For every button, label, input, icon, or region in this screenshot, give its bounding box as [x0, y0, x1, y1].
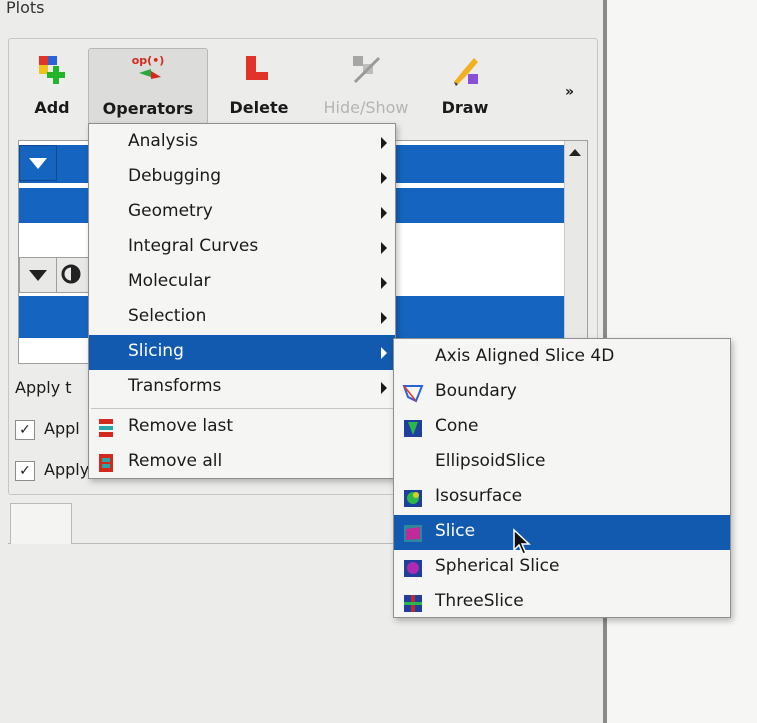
cone-icon [404, 420, 422, 437]
apply-checkbox-1-label: Appl [44, 419, 80, 438]
submenu-arrow-icon [381, 172, 387, 184]
menu-item-slicing[interactable]: Slicing [89, 335, 395, 370]
scroll-up-icon[interactable] [569, 149, 581, 156]
delete-button-label: Delete [229, 98, 289, 117]
expand-arrow-icon [29, 158, 47, 169]
spherical-slice-icon [404, 560, 422, 577]
submenu-item-isosurface[interactable]: Isosurface [394, 480, 730, 515]
hide-show-icon [353, 56, 381, 84]
hide-show-button[interactable]: Hide/Show [312, 48, 420, 122]
menu-item-label: Molecular [128, 271, 211, 291]
delete-icon [246, 56, 268, 80]
menu-item-integral-curves[interactable]: Integral Curves [89, 230, 395, 265]
menu-item-label: Boundary [435, 381, 517, 401]
submenu-arrow-icon [381, 242, 387, 254]
submenu-arrow-icon [381, 137, 387, 149]
menu-item-label: Isosurface [435, 486, 523, 506]
menu-item-selection[interactable]: Selection [89, 300, 395, 335]
menu-item-label: Selection [128, 306, 207, 326]
operators-button[interactable]: op(•) Operators [88, 48, 208, 124]
menu-item-debugging[interactable]: Debugging [89, 160, 395, 195]
menu-item-label: Slicing [128, 341, 184, 361]
menu-item-label: Axis Aligned Slice 4D [435, 346, 615, 366]
operators-icon-text: op(•) [132, 54, 165, 67]
submenu-arrow-icon [381, 347, 387, 359]
menu-item-molecular[interactable]: Molecular [89, 265, 395, 300]
slice-icon [404, 525, 422, 542]
menu-item-label: Integral Curves [128, 236, 259, 256]
visibility-icon [61, 264, 81, 284]
plots-group-title: Plots [6, 0, 45, 17]
submenu-arrow-icon [381, 207, 387, 219]
add-button[interactable]: Add [22, 48, 82, 122]
remove-last-icon [99, 419, 113, 437]
draw-button-label: Draw [441, 98, 489, 117]
expand-toggle-1[interactable] [19, 145, 57, 181]
mouse-cursor-icon [513, 528, 531, 555]
threeslice-icon [404, 595, 422, 612]
submenu-arrow-icon [381, 312, 387, 324]
apply-to-label: Apply t [15, 378, 72, 397]
menu-separator [91, 408, 393, 409]
expand-arrow-icon-2 [29, 270, 47, 281]
slicing-submenu: Axis Aligned Slice 4D Boundary Cone Elli… [393, 338, 731, 618]
plot-list-scrollbar[interactable] [564, 141, 587, 363]
menu-item-label: Remove all [128, 451, 223, 471]
submenu-item-threeslice[interactable]: ThreeSlice [394, 585, 730, 620]
menu-item-label: Remove last [128, 416, 234, 436]
menu-item-transforms[interactable]: Transforms [89, 370, 395, 405]
hide-show-label: Hide/Show [323, 98, 409, 117]
isosurface-icon [404, 490, 422, 507]
delete-button[interactable]: Delete [222, 48, 296, 122]
tab[interactable] [10, 503, 72, 544]
submenu-item-cone[interactable]: Cone [394, 410, 730, 445]
draw-button[interactable]: Draw [432, 48, 498, 122]
menu-item-label: Spherical Slice [435, 556, 560, 576]
submenu-item-boundary[interactable]: Boundary [394, 375, 730, 410]
menu-item-label: Cone [435, 416, 479, 436]
remove-all-icon [99, 454, 113, 472]
submenu-item-spherical-slice[interactable]: Spherical Slice [394, 550, 730, 585]
apply-checkbox-1[interactable]: ✓ [15, 420, 35, 440]
menu-item-label: EllipsoidSlice [435, 451, 546, 471]
menu-item-remove-last[interactable]: Remove last [89, 410, 395, 445]
apply-checkbox-2[interactable]: ✓ [15, 461, 35, 481]
menu-item-label: Geometry [128, 201, 213, 221]
submenu-arrow-icon [381, 277, 387, 289]
menu-item-label: Slice [435, 521, 476, 541]
submenu-item-axis-aligned-slice-4d[interactable]: Axis Aligned Slice 4D [394, 340, 730, 375]
menu-item-analysis[interactable]: Analysis [89, 125, 395, 160]
menu-item-label: Analysis [128, 131, 199, 151]
submenu-item-ellipsoid-slice[interactable]: EllipsoidSlice [394, 445, 730, 480]
draw-icon [454, 58, 478, 86]
add-button-label: Add [34, 98, 70, 117]
menu-item-remove-all[interactable]: Remove all [89, 445, 395, 480]
boundary-icon [402, 385, 424, 403]
menu-item-label: ThreeSlice [435, 591, 524, 611]
add-plot-icon [39, 56, 65, 84]
operators-menu: Analysis Debugging Geometry Integral Cur… [88, 123, 396, 479]
menu-item-geometry[interactable]: Geometry [89, 195, 395, 230]
menu-item-label: Transforms [128, 376, 222, 396]
operators-button-label: Operators [102, 99, 194, 118]
expand-toggle-2[interactable] [19, 257, 57, 293]
menu-item-label: Debugging [128, 166, 221, 186]
submenu-item-slice[interactable]: Slice [394, 515, 730, 550]
submenu-arrow-icon [381, 382, 387, 394]
toolbar-overflow-button[interactable]: » [565, 84, 574, 100]
operators-icon: op(•) [132, 54, 165, 79]
apply-checkbox-2-label: Apply [44, 460, 90, 479]
